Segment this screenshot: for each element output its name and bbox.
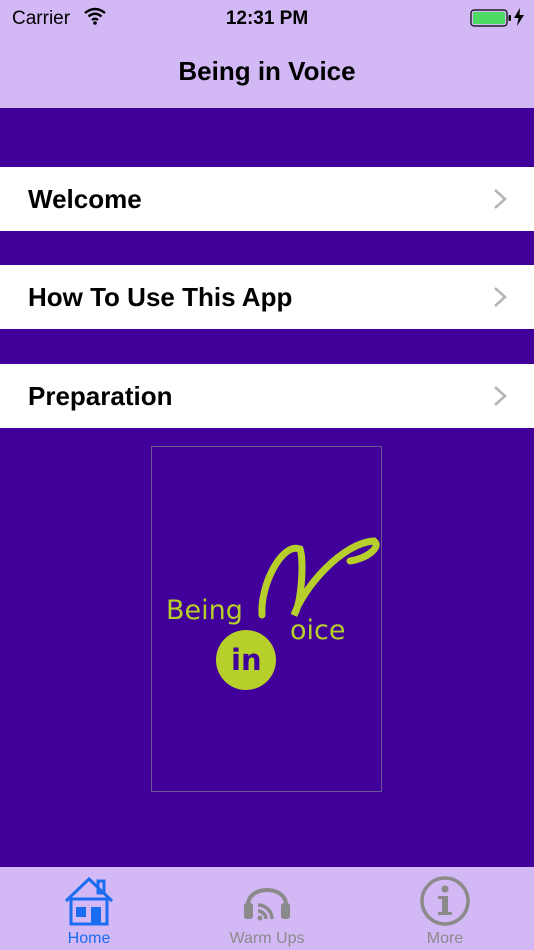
- tab-bar: Home Warm Ups More: [0, 867, 534, 950]
- status-bar: Carrier 12:31 PM: [0, 0, 534, 38]
- logo-oice-text: oice: [290, 615, 345, 646]
- chevron-right-icon: [492, 188, 508, 215]
- charging-bolt-icon: [514, 8, 524, 32]
- being-in-voice-logo: Being in oice: [166, 537, 380, 690]
- chevron-right-icon: [492, 385, 508, 412]
- house-icon: [62, 875, 116, 932]
- tab-home[interactable]: Home: [0, 867, 178, 950]
- nav-title: Being in Voice: [178, 56, 356, 86]
- tab-warm-ups[interactable]: Warm Ups: [178, 867, 356, 950]
- tab-label: More: [426, 930, 464, 947]
- menu-item-preparation[interactable]: Preparation: [0, 364, 534, 428]
- menu-item-how-to-use[interactable]: How To Use This App: [0, 265, 534, 329]
- info-icon: [418, 875, 472, 932]
- battery-icon: [470, 9, 512, 33]
- top-bar: Carrier 12:31 PM Being in Voice: [0, 0, 534, 108]
- tab-label: Warm Ups: [229, 930, 305, 947]
- chevron-right-icon: [492, 286, 508, 313]
- menu-item-label: Preparation: [28, 381, 173, 411]
- headphones-icon: [240, 875, 294, 932]
- tab-label: Home: [67, 930, 111, 947]
- logo-being-text: Being: [166, 595, 243, 626]
- menu-item-welcome[interactable]: Welcome: [0, 167, 534, 231]
- tab-more[interactable]: More: [356, 867, 534, 950]
- logo-panel: Being in oice: [151, 446, 382, 792]
- logo-in-text: in: [231, 643, 262, 677]
- menu-item-label: Welcome: [28, 184, 142, 214]
- clock: 12:31 PM: [225, 8, 309, 29]
- menu-item-label: How To Use This App: [28, 282, 293, 312]
